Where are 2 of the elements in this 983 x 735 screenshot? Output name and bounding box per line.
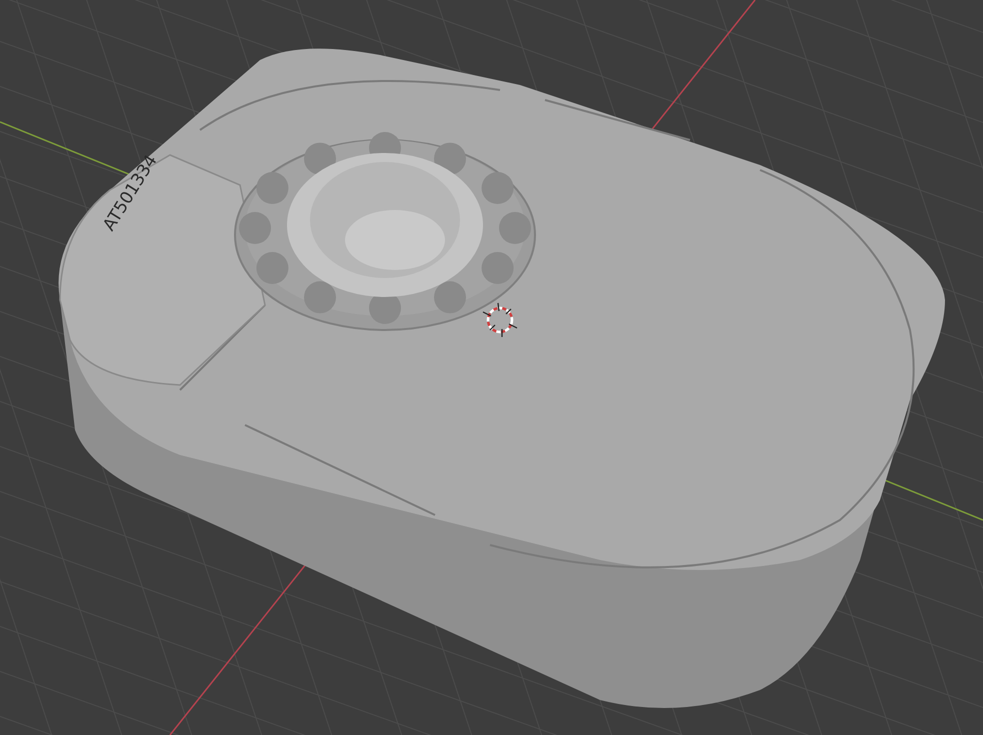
3d-cursor-icon[interactable] — [482, 302, 518, 338]
model-drawing[interactable] — [58, 48, 945, 708]
